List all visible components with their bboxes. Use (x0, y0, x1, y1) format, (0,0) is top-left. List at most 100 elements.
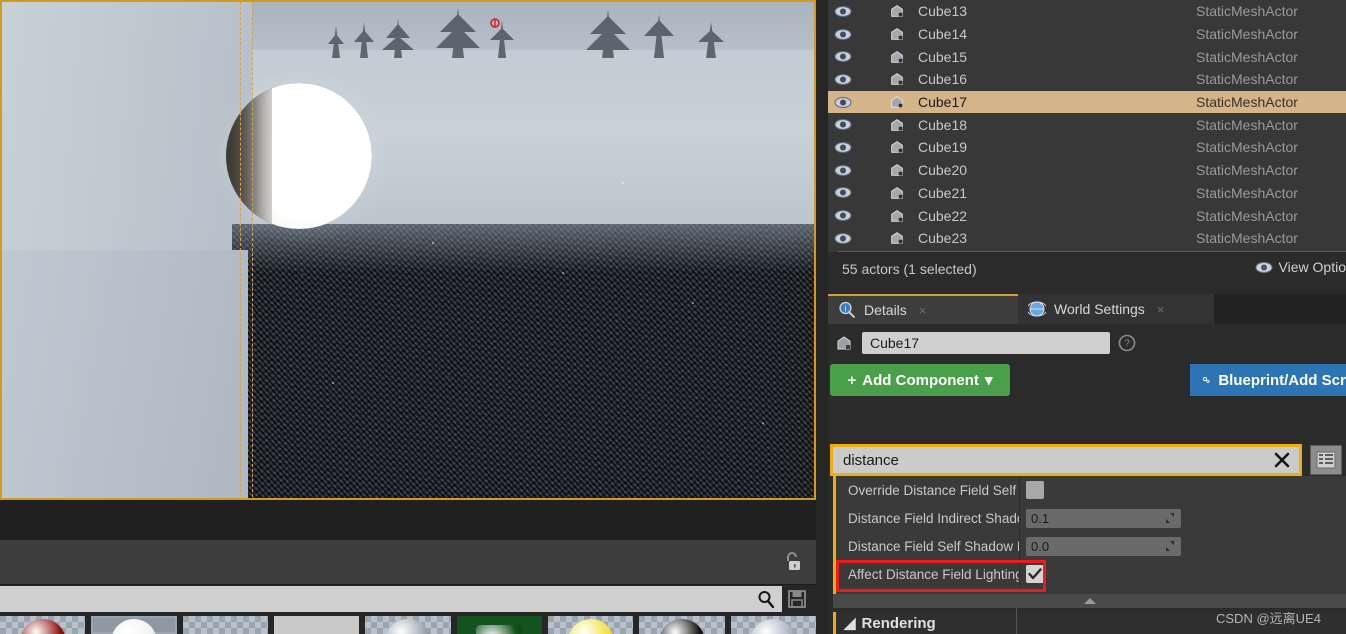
outliner-row-cube13[interactable]: Cube13 StaticMeshActor (828, 0, 1346, 23)
visibility-toggle[interactable] (828, 5, 858, 18)
property-number-field[interactable]: 0.0 (1026, 536, 1181, 556)
content-browser-search[interactable] (0, 586, 782, 612)
content-browser-asset-grid[interactable] (0, 616, 816, 634)
spinner-arrows-icon[interactable] (1164, 540, 1176, 552)
outliner-row-label: Cube16 (918, 71, 968, 88)
magnifier-icon[interactable] (756, 589, 776, 609)
asset-thumbnail[interactable] (547, 616, 634, 634)
outliner-row-cube14[interactable]: Cube14 StaticMeshActor (828, 23, 1346, 46)
static-mesh-icon-wrap (858, 94, 918, 110)
outliner-row-cube20[interactable]: Cube20 StaticMeshActor (828, 159, 1346, 182)
unlock-icon[interactable] (780, 550, 804, 574)
expander-caret-icon[interactable]: ◢ (844, 614, 856, 632)
save-icon[interactable] (786, 588, 808, 610)
visibility-eye-icon[interactable] (834, 186, 852, 199)
help-icon[interactable]: ? (1118, 334, 1136, 352)
outliner-row-cube18[interactable]: Cube18 StaticMeshActor (828, 113, 1346, 136)
view-options-button[interactable]: View Optio (1255, 259, 1346, 275)
tab-details[interactable]: i Details × (828, 294, 1018, 324)
property-search-box[interactable] (830, 444, 1302, 476)
asset-thumbnail[interactable] (365, 616, 451, 634)
property-row[interactable]: Distance Field Indirect Shado 0.1 (836, 504, 1346, 532)
outliner-row-cube15[interactable]: Cube15 StaticMeshActor (828, 45, 1346, 68)
tab-world-settings-label: World Settings (1054, 301, 1145, 317)
watermark: CSDN @远离UE4 (1216, 611, 1321, 626)
visibility-toggle[interactable] (828, 73, 858, 86)
visibility-eye-icon[interactable] (834, 73, 852, 86)
outliner-row-label: Cube21 (918, 184, 968, 201)
grid-icon (1316, 451, 1336, 469)
visibility-toggle[interactable] (828, 164, 858, 177)
static-mesh-icon (891, 5, 903, 18)
add-component-button[interactable]: + Add Component ▾ (830, 364, 1010, 396)
property-row[interactable]: Override Distance Field Self S (836, 476, 1346, 504)
property-search-input[interactable] (841, 450, 1273, 470)
details-tabstrip[interactable]: i Details × World Settings × (828, 294, 1346, 324)
asset-thumbnail[interactable] (0, 616, 86, 634)
outliner-row-cube19[interactable]: Cube19 StaticMeshActor (828, 136, 1346, 159)
close-icon[interactable] (1273, 451, 1291, 469)
property-view-grid-button[interactable] (1310, 445, 1342, 475)
visibility-toggle[interactable] (828, 50, 858, 63)
viewport-ground (232, 224, 814, 498)
visibility-eye-icon[interactable] (834, 28, 852, 41)
property-checkbox[interactable] (1026, 565, 1044, 583)
outliner-row-cube17[interactable]: Cube17 StaticMeshActor (828, 90, 1346, 114)
property-label: Distance Field Indirect Shado (848, 510, 1019, 526)
asset-thumbnail[interactable] (91, 616, 177, 634)
visibility-toggle[interactable] (828, 118, 858, 131)
property-number-field[interactable]: 0.1 (1026, 508, 1181, 528)
visibility-toggle[interactable] (828, 209, 858, 222)
outliner-row-cube23[interactable]: Cube23 StaticMeshActor (828, 227, 1346, 250)
outliner-row-label: Cube14 (918, 26, 968, 43)
visibility-eye-icon[interactable] (834, 96, 852, 109)
property-checkbox[interactable] (1026, 481, 1044, 499)
visibility-toggle[interactable] (828, 186, 858, 199)
asset-thumbnail[interactable] (456, 616, 542, 634)
viewport-floor-strip (2, 250, 248, 498)
static-mesh-icon-wrap (858, 162, 918, 178)
visibility-toggle[interactable] (828, 141, 858, 154)
property-number-value: 0.1 (1031, 510, 1050, 526)
material-preview-sphere (384, 619, 431, 634)
tab-details-close[interactable]: × (919, 303, 927, 318)
content-browser-search-input[interactable] (6, 590, 756, 608)
static-mesh-icon-wrap (858, 230, 918, 246)
visibility-eye-icon[interactable] (834, 141, 852, 154)
viewport-trees (328, 8, 724, 58)
asset-thumbnail[interactable] (182, 616, 268, 634)
static-mesh-icon-wrap (858, 185, 918, 201)
viewport-lit-sphere[interactable] (226, 83, 372, 229)
outliner-row-cube22[interactable]: Cube22 StaticMeshActor (828, 204, 1346, 227)
tab-world-settings-close[interactable]: × (1157, 302, 1165, 317)
visibility-eye-icon[interactable] (834, 164, 852, 177)
outliner-row-type: StaticMeshActor (1196, 26, 1298, 43)
visibility-toggle[interactable] (828, 232, 858, 245)
property-collapse-button[interactable] (833, 594, 1346, 608)
property-row[interactable]: Distance Field Self Shadow Bi 0.0 (836, 532, 1346, 560)
property-row[interactable]: Affect Distance Field Lighting (836, 560, 1346, 588)
visibility-eye-icon[interactable] (834, 50, 852, 63)
visibility-toggle[interactable] (828, 96, 858, 109)
visibility-eye-icon[interactable] (834, 118, 852, 131)
asset-thumbnail[interactable] (639, 616, 725, 634)
level-viewport[interactable] (0, 0, 816, 500)
visibility-eye-icon[interactable] (834, 232, 852, 245)
actor-name-field[interactable]: Cube17 (862, 332, 1110, 354)
visibility-eye-icon[interactable] (834, 5, 852, 18)
asset-thumbnail[interactable] (730, 616, 816, 634)
property-list[interactable]: Override Distance Field Self S Distance F… (833, 476, 1346, 594)
outliner-row-type: StaticMeshActor (1196, 139, 1298, 156)
tab-world-settings[interactable]: World Settings × (1018, 294, 1214, 324)
outliner-row-cube21[interactable]: Cube21 StaticMeshActor (828, 182, 1346, 205)
property-number-value: 0.0 (1031, 538, 1050, 554)
visibility-eye-icon[interactable] (834, 209, 852, 222)
outliner-row-cube16[interactable]: Cube16 StaticMeshActor (828, 68, 1346, 91)
visibility-toggle[interactable] (828, 28, 858, 41)
spinner-arrows-icon[interactable] (1164, 512, 1176, 524)
blueprint-add-script-button[interactable]: Blueprint/Add Scri (1190, 364, 1346, 396)
actor-marker-icon[interactable] (489, 18, 501, 30)
asset-thumbnail[interactable] (273, 616, 360, 634)
world-outliner[interactable]: Cube13 StaticMeshActor Cube14 StaticMeshAct… (828, 0, 1346, 252)
outliner-row-label: Cube22 (918, 207, 968, 224)
